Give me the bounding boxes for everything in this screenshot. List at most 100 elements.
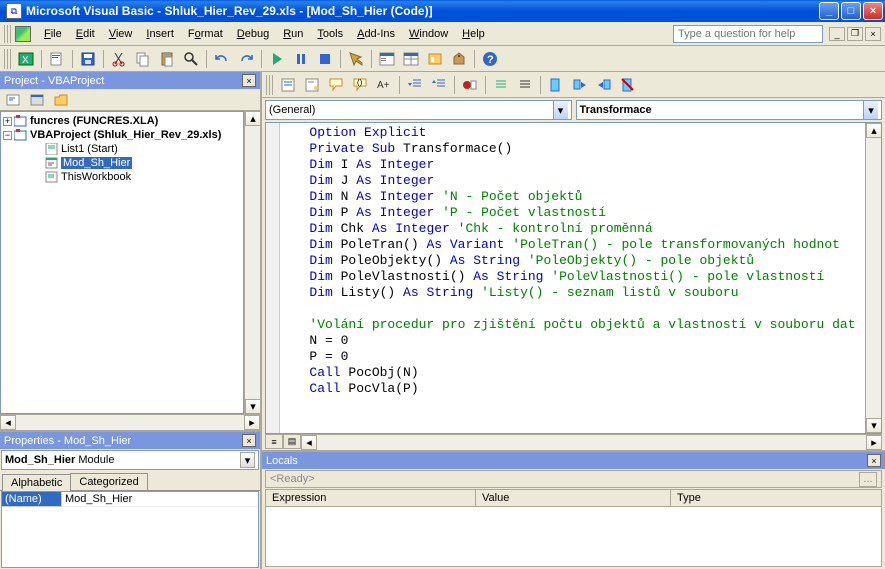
chevron-down-icon[interactable]: ▾ [863,101,878,119]
properties-tabs: Alphabetic Categorized [0,471,260,491]
help-search-input[interactable] [673,25,823,43]
project-tree-vscroll[interactable]: ▴▾ [244,111,260,414]
outdent-button[interactable] [428,74,450,96]
menu-edit[interactable]: Edit [69,25,102,43]
locals-header-type[interactable]: Type [671,490,881,506]
tab-alphabetic[interactable]: Alphabetic [2,474,71,491]
uncomment-block-button[interactable] [514,74,536,96]
complete-word-button[interactable]: A+ [373,74,395,96]
chevron-down-icon[interactable]: ▾ [553,101,568,119]
mdi-restore-button[interactable]: ❐ [847,27,863,41]
quick-info-button[interactable] [325,74,347,96]
procedure-combo[interactable]: Transformace ▾ [576,100,883,120]
locals-header-expression[interactable]: Expression [266,490,476,506]
run-button[interactable] [266,48,288,70]
svg-text:X: X [22,55,29,66]
tab-categorized[interactable]: Categorized [70,473,147,490]
comment-block-button[interactable] [490,74,512,96]
list-properties-button[interactable] [277,74,299,96]
bookmark-toggle-button[interactable] [545,74,567,96]
code-margin[interactable] [266,123,280,433]
tree-node-mod-sh-hier[interactable]: Mod_Sh_Hier [61,157,132,169]
locals-panel-close-button[interactable]: × [867,454,881,467]
svg-text:(): () [357,78,363,87]
code-editor[interactable]: Option Explicit Private Sub Transformace… [265,122,882,434]
parameter-info-button[interactable]: () [349,74,371,96]
full-module-view-button[interactable]: ▤ [283,434,301,449]
break-button[interactable] [290,48,312,70]
menu-view[interactable]: View [102,25,140,43]
menu-insert[interactable]: Insert [139,25,181,43]
locals-panel: Locals × <Ready> ... Expression Value Ty… [262,450,885,569]
menu-debug[interactable]: Debug [230,25,276,43]
indent-button[interactable] [404,74,426,96]
project-icon [14,115,28,127]
close-button[interactable]: × [863,2,883,20]
code-hscroll[interactable]: ◂▸ [301,434,882,450]
menu-format[interactable]: Format [181,25,230,43]
edit-toolbar-grip[interactable] [266,75,273,95]
locals-context-button[interactable]: ... [859,472,877,487]
find-button[interactable] [180,48,202,70]
tree-node-funcres[interactable]: funcres (FUNCRES.XLA) [30,115,158,127]
collapse-icon[interactable]: − [3,131,12,140]
cut-button[interactable] [108,48,130,70]
properties-object-combo[interactable]: Mod_Sh_Hier Module ▾ [1,450,259,470]
properties-panel-close-button[interactable]: × [242,434,256,447]
chevron-down-icon[interactable]: ▾ [240,452,255,468]
insert-module-button[interactable] [46,48,68,70]
tree-node-thisworkbook[interactable]: ThisWorkbook [61,171,131,183]
undo-button[interactable] [211,48,233,70]
copy-button[interactable] [132,48,154,70]
locals-body[interactable] [265,507,882,567]
project-icon [14,129,28,141]
prop-value-cell[interactable]: Mod_Sh_Hier [62,492,258,507]
locals-header-value[interactable]: Value [476,490,671,506]
prop-name-cell[interactable]: (Name) [2,492,62,507]
mdi-close-button[interactable]: × [865,27,881,41]
minimize-button[interactable]: _ [819,2,839,20]
properties-window-button[interactable] [400,48,422,70]
excel-icon[interactable] [15,26,31,42]
toolbar-grip[interactable] [4,49,11,69]
menu-tools[interactable]: Tools [310,25,350,43]
breakpoint-button[interactable] [459,74,481,96]
project-tree-hscroll[interactable]: ◂▸ [0,414,260,430]
redo-button[interactable] [235,48,257,70]
design-mode-button[interactable] [345,48,367,70]
menu-help[interactable]: Help [455,25,492,43]
code-vscroll[interactable]: ▴▾ [865,123,881,433]
mdi-minimize-button[interactable]: _ [829,27,845,41]
object-combo[interactable]: (General) ▾ [265,100,572,120]
paste-button[interactable] [156,48,178,70]
menu-file[interactable]: File [37,25,69,43]
help-button[interactable]: ? [479,48,501,70]
view-code-button[interactable] [2,89,24,111]
object-browser-button[interactable] [424,48,446,70]
toggle-folders-button[interactable] [50,89,72,111]
menu-run[interactable]: Run [276,25,310,43]
menu-window[interactable]: Window [402,25,455,43]
prev-bookmark-button[interactable] [593,74,615,96]
view-excel-button[interactable]: X [15,48,37,70]
maximize-button[interactable]: □ [841,2,861,20]
toolbox-button[interactable] [448,48,470,70]
view-object-button[interactable] [26,89,48,111]
clear-bookmarks-button[interactable] [617,74,639,96]
menubar-grip[interactable] [4,25,11,43]
properties-grid[interactable]: (Name) Mod_Sh_Hier [1,491,259,568]
menu-addins[interactable]: Add-Ins [350,25,402,43]
next-bookmark-button[interactable] [569,74,591,96]
procedure-view-button[interactable]: ≡ [265,434,283,449]
project-tree[interactable]: + funcres (FUNCRES.XLA) − VBAProject (Shlu… [0,111,244,414]
tree-node-vbaproject[interactable]: VBAProject (Shluk_Hier_Rev_29.xls) [30,129,221,141]
save-button[interactable] [77,48,99,70]
code-text[interactable]: Option Explicit Private Sub Transformace… [280,123,865,433]
project-explorer-button[interactable] [376,48,398,70]
list-constants-button[interactable] [301,74,323,96]
tree-node-list1[interactable]: List1 (Start) [61,143,118,155]
reset-button[interactable] [314,48,336,70]
expand-icon[interactable]: + [3,117,12,126]
sheet-icon [45,143,59,155]
project-panel-close-button[interactable]: × [242,74,256,87]
